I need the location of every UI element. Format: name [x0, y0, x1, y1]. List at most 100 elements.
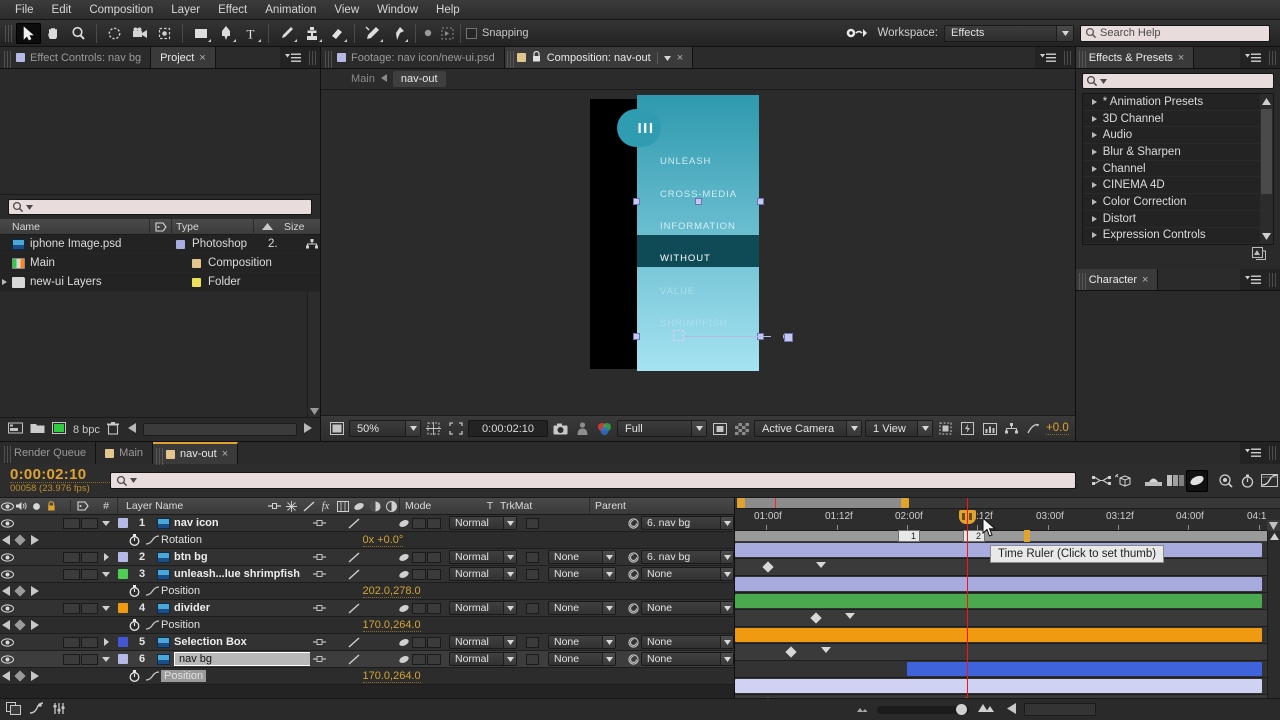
graph-editor-toggle-icon[interactable]: [29, 702, 44, 718]
composition-dropdown-icon[interactable]: [657, 52, 671, 64]
solo-toggle-box[interactable]: [81, 518, 98, 529]
graph-editor-icon[interactable]: [1258, 470, 1280, 492]
property-graph-icon[interactable]: [143, 617, 161, 633]
shy-toggle[interactable]: [310, 634, 328, 650]
stopwatch-icon[interactable]: [125, 617, 143, 633]
parent-pickwhip-icon[interactable]: [625, 515, 641, 531]
work-area-end-handle[interactable]: [1024, 530, 1030, 542]
3d-renderer-icon[interactable]: [1002, 419, 1021, 438]
selected-keyframe-marker[interactable]: [762, 697, 773, 698]
track-row[interactable]: [735, 661, 1280, 678]
parent-pickwhip-icon[interactable]: [625, 566, 641, 582]
navigator-end-handle[interactable]: [901, 498, 909, 508]
timecode-display[interactable]: 0:00:02:10: [468, 420, 548, 437]
roto-brush-tool-icon[interactable]: [360, 23, 385, 44]
delete-icon[interactable]: [107, 422, 119, 438]
effects-category-row[interactable]: Distort: [1083, 211, 1273, 228]
toggle-alpha-icon[interactable]: [327, 419, 346, 438]
eraser-tool-icon[interactable]: [324, 23, 349, 44]
layer-parent-select[interactable]: None: [641, 652, 734, 666]
search-help-input[interactable]: Search Help: [1080, 25, 1270, 42]
pixel-aspect-correction-icon[interactable]: [936, 419, 955, 438]
property-track-row[interactable]: [735, 610, 1280, 627]
parent-pickwhip-icon[interactable]: [625, 651, 641, 667]
motion-blur-icon[interactable]: [1186, 470, 1208, 492]
column-size[interactable]: Size: [280, 219, 320, 235]
property-value[interactable]: 170.0,264.0: [363, 619, 421, 632]
menu-item-animation[interactable]: Animation: [256, 2, 325, 18]
effects-category-row[interactable]: Channel: [1083, 161, 1273, 178]
motion-blur-toggle[interactable]: [396, 651, 412, 667]
shy-toggle[interactable]: [310, 515, 328, 531]
expand-arrow-icon[interactable]: [1092, 99, 1097, 105]
nav-item-shrimpfish[interactable]: SHRIMPFISH: [660, 318, 728, 329]
transparency-grid-icon[interactable]: [732, 419, 751, 438]
layer-row[interactable]: 5Selection BoxNormalNoneNone: [0, 634, 734, 651]
auto-select-group-icon[interactable]: [439, 26, 455, 40]
parent-header[interactable]: Parent: [589, 498, 734, 514]
track-matte-t-header[interactable]: T: [483, 498, 497, 514]
menu-item-file[interactable]: File: [6, 2, 43, 18]
hand-tool-icon[interactable]: [41, 23, 66, 44]
composition-viewer[interactable]: III UNLEASH CROSS-MEDIA INFORMATION WITH…: [321, 90, 1075, 415]
grid-guides-icon[interactable]: [424, 419, 443, 438]
zoom-level-select[interactable]: 50%: [349, 420, 421, 437]
prev-keyframe-icon[interactable]: [0, 532, 12, 548]
effects-scroll-thumb[interactable]: [1261, 109, 1272, 194]
project-item-row[interactable]: new-ui Layers Folder: [0, 273, 320, 292]
timeline-vertical-scrollbar[interactable]: [1267, 531, 1280, 698]
draft-3d-icon[interactable]: [1112, 470, 1134, 492]
folder-expand-icon[interactable]: [2, 279, 7, 285]
composition-panel-grip[interactable]: [1064, 51, 1072, 65]
menu-item-view[interactable]: View: [325, 2, 368, 18]
solo-toggle-box[interactable]: [81, 552, 98, 563]
track-matte-select[interactable]: None: [548, 652, 616, 666]
layer-label-color[interactable]: [118, 603, 128, 613]
quality-toggle[interactable]: [345, 651, 362, 667]
layer-row[interactable]: 4dividerNormalNoneNone: [0, 600, 734, 617]
clone-stamp-tool-icon[interactable]: [299, 23, 324, 44]
navigator-start-handle[interactable]: [737, 498, 745, 508]
layer-label-color[interactable]: [118, 552, 128, 562]
layer-expand-arrow-icon[interactable]: [98, 634, 114, 650]
breadcrumb-parent[interactable]: Main: [351, 73, 375, 85]
expand-arrow-icon[interactable]: [1092, 199, 1097, 205]
scroll-left-arrow-icon[interactable]: [128, 423, 136, 436]
preserve-transparency-checkbox[interactable]: [526, 569, 539, 580]
horizontal-scrollbar[interactable]: [143, 423, 297, 436]
tab-render-queue[interactable]: Render Queue: [0, 442, 96, 464]
channel-select-icon[interactable]: [595, 419, 614, 438]
layer-switches-icon[interactable]: [52, 702, 66, 718]
effects-category-row[interactable]: Audio: [1083, 127, 1273, 144]
keyframe-toggle-icon[interactable]: [12, 532, 28, 548]
next-keyframe-icon[interactable]: [28, 583, 41, 599]
time-navigator-bar[interactable]: [735, 498, 1280, 509]
scroll-right-arrow-icon[interactable]: [304, 423, 312, 436]
toolbar-grip[interactable]: [5, 25, 13, 42]
layer-parent-select[interactable]: None: [641, 601, 734, 615]
timeline-panel-grip[interactable]: [1269, 446, 1277, 460]
menu-item-help[interactable]: Help: [427, 2, 469, 18]
effects-category-row[interactable]: * Animation Presets: [1083, 94, 1273, 111]
shy-toggle[interactable]: [310, 600, 328, 616]
expand-arrow-icon[interactable]: [1092, 182, 1097, 188]
nav-item-information[interactable]: INFORMATION: [660, 221, 736, 232]
adjustment-toggle-box[interactable]: [412, 603, 426, 614]
layer-parent-select[interactable]: 6. nav bg: [641, 550, 734, 564]
solo-toggle-box[interactable]: [81, 637, 98, 648]
menu-item-edit[interactable]: Edit: [43, 2, 81, 18]
selection-handle[interactable]: [695, 198, 702, 205]
type-tool-icon[interactable]: T: [238, 23, 263, 44]
breadcrumb-current[interactable]: nav-out: [393, 71, 446, 87]
layer-name-header[interactable]: Layer Name: [117, 498, 265, 514]
new-comp-icon[interactable]: [8, 422, 23, 437]
layer-duration-bar[interactable]: [735, 594, 1262, 608]
tab-effects-presets[interactable]: Effects & Presets ×: [1076, 47, 1195, 68]
shy-toggle[interactable]: [310, 549, 328, 565]
hierarchy-icon[interactable]: [304, 239, 320, 249]
tab-footage[interactable]: Footage: nav icon/new-ui.psd: [321, 47, 505, 68]
layer-duration-bar[interactable]: [735, 679, 1262, 693]
trkmat-header[interactable]: TrkMat: [497, 498, 589, 514]
3d-toggle-box[interactable]: [427, 518, 441, 529]
label-column-icon[interactable]: [150, 219, 172, 235]
